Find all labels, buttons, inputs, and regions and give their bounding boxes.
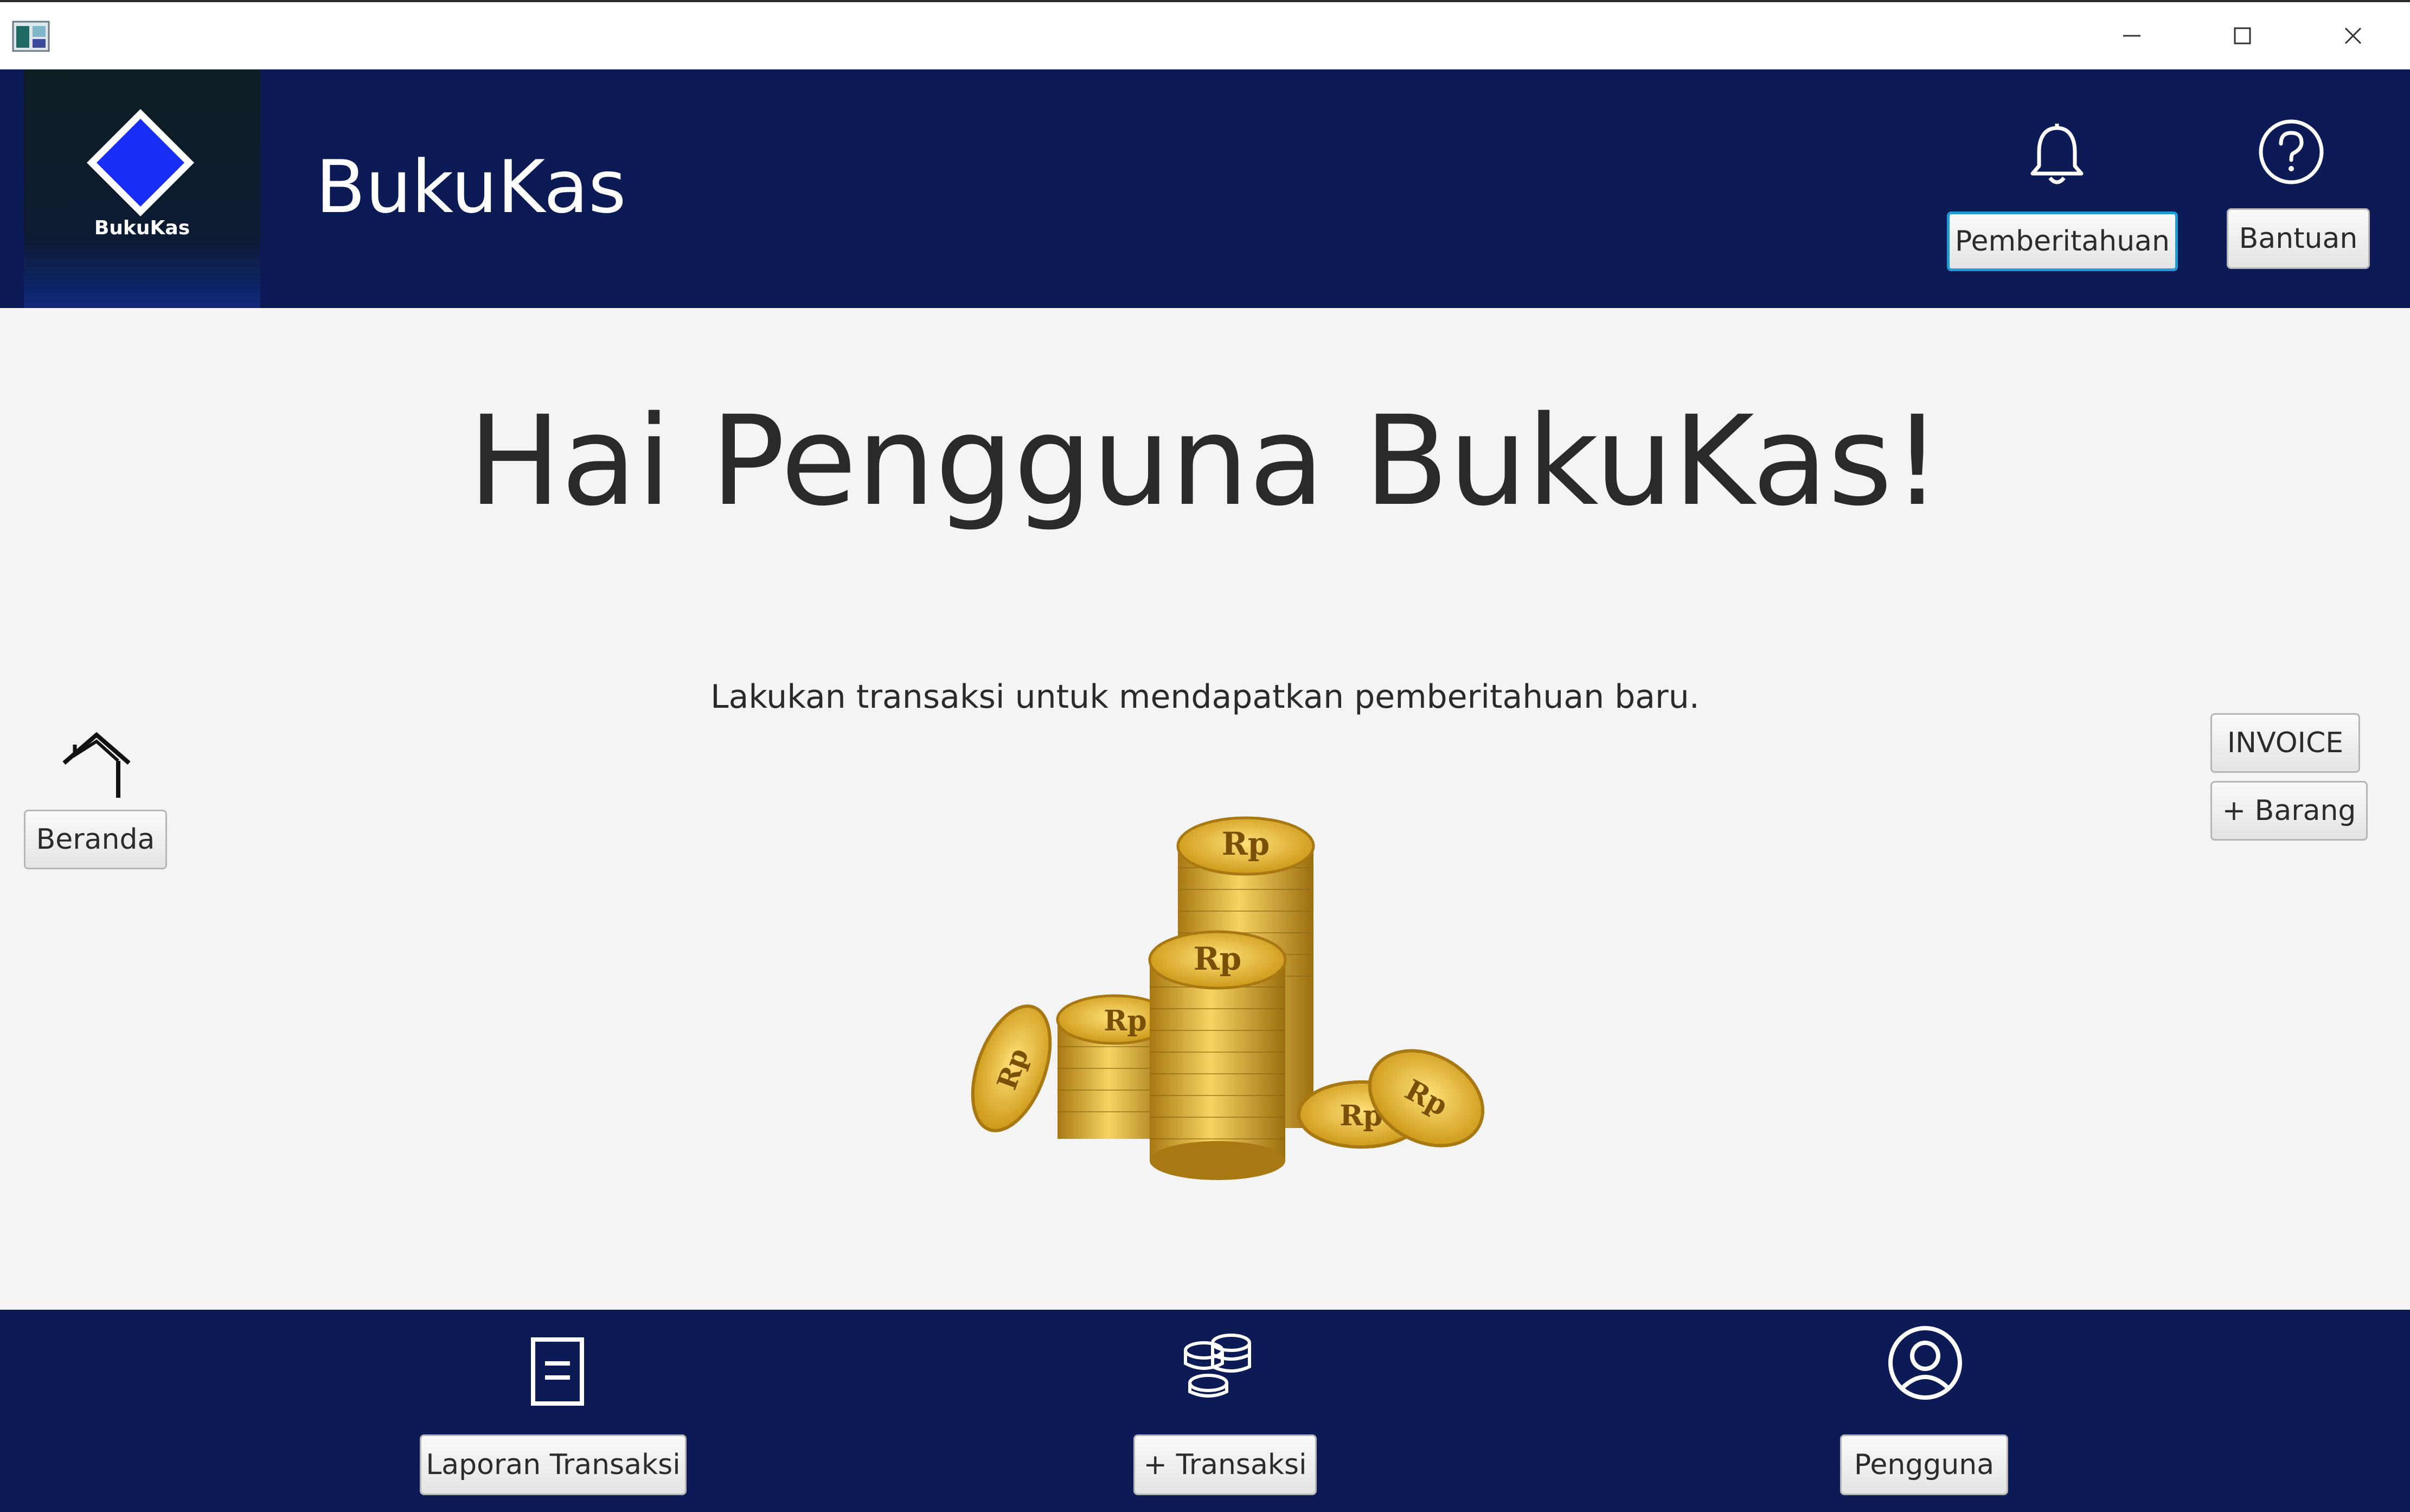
- maximize-icon: [2234, 27, 2251, 44]
- app-window-icon: [12, 21, 50, 52]
- page-title: Hai Pengguna BukuKas!: [468, 389, 1942, 533]
- invoice-button[interactable]: INVOICE: [2210, 713, 2360, 773]
- close-icon: [2344, 27, 2362, 44]
- diamond-logo-icon: [87, 109, 194, 216]
- close-button[interactable]: [2302, 2, 2405, 69]
- maximize-button[interactable]: [2191, 2, 2294, 69]
- home-button[interactable]: Beranda: [24, 810, 167, 869]
- app-title: BukuKas: [316, 145, 626, 229]
- add-item-button[interactable]: + Barang: [2210, 781, 2368, 841]
- minimize-button[interactable]: [2080, 2, 2183, 69]
- coins-icon[interactable]: [1177, 1323, 1258, 1405]
- document-icon[interactable]: [517, 1329, 598, 1410]
- transaction-report-button[interactable]: Laporan Transaksi: [420, 1434, 687, 1495]
- add-transaction-button[interactable]: + Transaksi: [1133, 1434, 1317, 1495]
- bell-icon[interactable]: [2022, 120, 2092, 191]
- minimize-icon: [2123, 35, 2140, 37]
- empty-notification-message: Lakukan transaksi untuk mendapatkan pemb…: [710, 678, 1700, 716]
- home-icon[interactable]: [59, 729, 134, 805]
- coin-label: Rp: [1104, 1004, 1147, 1037]
- coin-stack-illustration: Rp Rp Rp Rp Rp Rp: [971, 816, 1485, 1180]
- window-title-bar: [0, 0, 2410, 69]
- question-circle-icon[interactable]: [2256, 117, 2326, 187]
- user-circle-icon[interactable]: [1885, 1322, 1966, 1404]
- coin-label: Rp: [1222, 825, 1270, 862]
- coin-label: Rp: [1194, 940, 1242, 977]
- help-button[interactable]: Bantuan: [2227, 208, 2370, 269]
- user-button[interactable]: Pengguna: [1840, 1434, 2008, 1495]
- notification-button[interactable]: Pemberitahuan: [1947, 212, 2178, 271]
- logo-text: BukuKas: [94, 217, 190, 239]
